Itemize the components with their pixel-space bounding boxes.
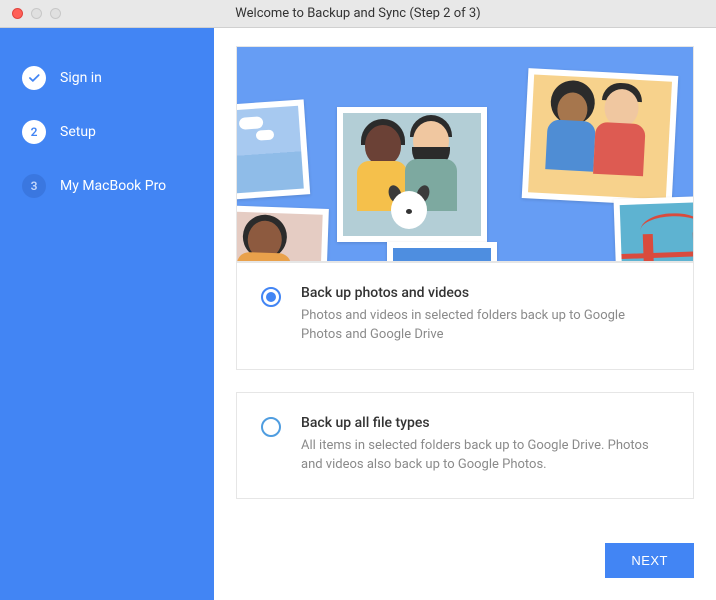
- step-setup: 2 Setup: [22, 120, 192, 144]
- main-content: Back up photos and videos Photos and vid…: [214, 28, 716, 600]
- maximize-window-button[interactable]: [50, 8, 61, 19]
- close-window-button[interactable]: [12, 8, 23, 19]
- photo-mother-child-icon: [236, 205, 329, 262]
- option-text: Back up all file types All items in sele…: [301, 415, 669, 475]
- step-number-icon: 2: [22, 120, 46, 144]
- step-label: Setup: [60, 124, 96, 140]
- next-button[interactable]: NEXT: [605, 543, 694, 578]
- window-controls: [0, 8, 61, 19]
- footer: NEXT: [214, 529, 716, 600]
- window-title: Welcome to Backup and Sync (Step 2 of 3): [0, 6, 716, 21]
- photo-bridge-icon: [614, 195, 694, 262]
- photo-partial-icon: [387, 242, 497, 262]
- step-label: Sign in: [60, 70, 102, 86]
- radio-selected-icon[interactable]: [261, 287, 281, 307]
- check-icon: [22, 66, 46, 90]
- window-body: Sign in 2 Setup 3 My MacBook Pro: [0, 28, 716, 600]
- photo-friends-icon: [522, 68, 679, 206]
- option-title: Back up all file types: [301, 415, 669, 431]
- sidebar: Sign in 2 Setup 3 My MacBook Pro: [0, 28, 214, 600]
- step-my-macbook-pro: 3 My MacBook Pro: [22, 174, 192, 198]
- option-photos-videos[interactable]: Back up photos and videos Photos and vid…: [236, 262, 694, 370]
- step-sign-in: Sign in: [22, 66, 192, 90]
- photo-couple-dog-icon: [337, 107, 487, 242]
- option-description: Photos and videos in selected folders ba…: [301, 307, 669, 345]
- titlebar: Welcome to Backup and Sync (Step 2 of 3): [0, 0, 716, 28]
- backup-options: Back up photos and videos Photos and vid…: [214, 262, 716, 529]
- option-title: Back up photos and videos: [301, 285, 669, 301]
- hero-illustration: [236, 46, 694, 262]
- step-label: My MacBook Pro: [60, 178, 166, 194]
- option-description: All items in selected folders back up to…: [301, 437, 669, 475]
- photo-sky-icon: [236, 99, 310, 199]
- radio-unselected-icon[interactable]: [261, 417, 281, 437]
- option-text: Back up photos and videos Photos and vid…: [301, 285, 669, 345]
- step-number-icon: 3: [22, 174, 46, 198]
- option-all-files[interactable]: Back up all file types All items in sele…: [236, 392, 694, 500]
- minimize-window-button[interactable]: [31, 8, 42, 19]
